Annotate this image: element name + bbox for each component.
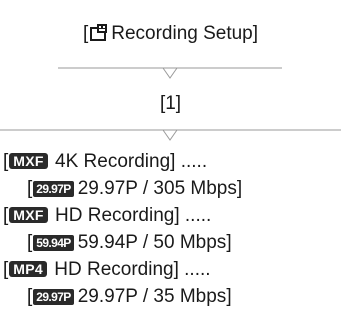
frame-rate-badge: 59.94P: [33, 235, 74, 251]
frame-rate-badge: 29.97P: [33, 289, 74, 305]
setting-value: 29.97P / 305 Mbps: [77, 178, 237, 199]
separator-arrow: [58, 67, 282, 79]
format-badge: MXF: [9, 207, 48, 223]
setting-4k-recording: [MXF 4K Recording] .....: [3, 151, 208, 172]
setting-value: 29.97P / 35 Mbps: [77, 286, 227, 307]
format-badge: MXF: [9, 153, 48, 169]
frame-rate-badge: 29.97P: [33, 181, 74, 197]
camera-setup-icon: [90, 23, 108, 41]
menu-path-page: [1]: [159, 93, 182, 114]
setting-hd-mp4-value: [29.97P 29.97P / 35 Mbps]: [27, 286, 232, 307]
setting-title: HD Recording: [55, 205, 175, 226]
setting-title: 4K Recording: [55, 151, 171, 172]
separator-arrow: [0, 129, 341, 141]
setting-hd-mxf-value: [59.94P 59.94P / 50 Mbps]: [27, 232, 232, 253]
setting-hd-recording-mp4: [MP4 HD Recording] .....: [3, 259, 211, 280]
setting-4k-value: [29.97P 29.97P / 305 Mbps]: [27, 178, 243, 199]
format-badge: MP4: [9, 261, 47, 277]
setting-hd-recording-mxf: [MXF HD Recording] .....: [3, 205, 212, 226]
setting-title: HD Recording: [54, 259, 174, 280]
menu-path-label: Recording Setup: [111, 23, 253, 44]
setting-value: 59.94P / 50 Mbps: [77, 232, 227, 253]
menu-path-recording-setup: [Recording Setup]: [82, 23, 259, 44]
